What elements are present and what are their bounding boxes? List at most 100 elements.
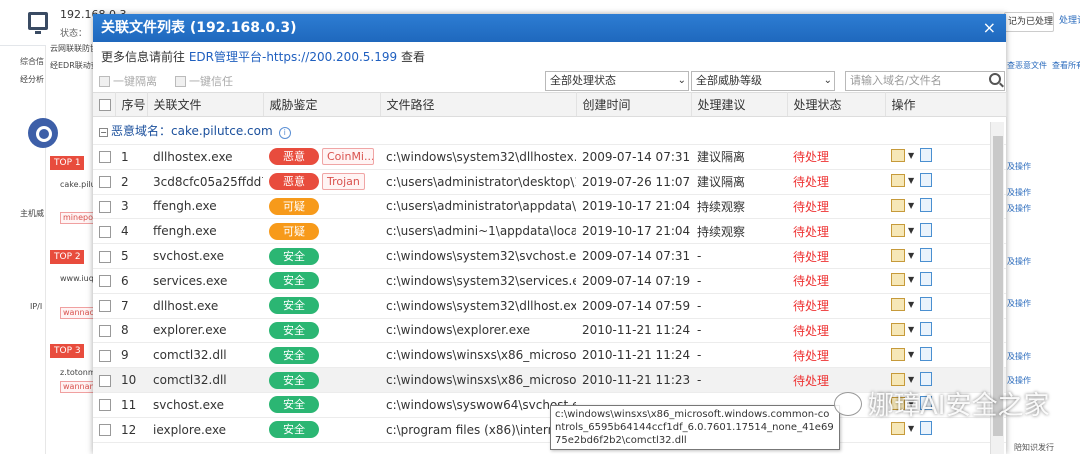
close-icon[interactable]: × bbox=[983, 14, 996, 42]
row-checkbox[interactable] bbox=[99, 374, 111, 387]
document-icon[interactable] bbox=[920, 272, 933, 287]
document-icon[interactable] bbox=[920, 321, 933, 336]
col-header[interactable]: 序号 bbox=[115, 92, 148, 117]
bg-link[interactable]: 及操作 bbox=[1007, 187, 1031, 198]
isolate-button[interactable]: 一键隔离 bbox=[99, 73, 157, 89]
row-checkbox[interactable] bbox=[99, 250, 111, 263]
row-checkbox-cell[interactable] bbox=[93, 218, 115, 245]
trust-button[interactable]: 一键信任 bbox=[175, 73, 233, 89]
edit-icon[interactable] bbox=[891, 149, 905, 163]
row-checkbox-cell[interactable] bbox=[93, 342, 115, 369]
edit-icon[interactable] bbox=[891, 372, 905, 386]
action-menu[interactable]: ▼ bbox=[891, 322, 914, 336]
row-checkbox[interactable] bbox=[99, 275, 111, 288]
caret-down-icon[interactable]: ▼ bbox=[908, 325, 914, 334]
table-row[interactable]: 6 services.exe 安全 c:\windows\system32\servi… bbox=[93, 268, 1006, 294]
bg-link[interactable]: 及操作 bbox=[1007, 351, 1031, 362]
row-checkbox[interactable] bbox=[99, 349, 111, 362]
action-menu[interactable]: ▼ bbox=[891, 223, 914, 237]
row-checkbox-cell[interactable] bbox=[93, 169, 115, 195]
caret-down-icon[interactable]: ▼ bbox=[908, 275, 914, 284]
action-menu[interactable]: ▼ bbox=[891, 174, 914, 188]
group-row[interactable]: − 恶意域名：cake.pilutce.com i bbox=[93, 116, 1006, 145]
caret-down-icon[interactable]: ▼ bbox=[908, 251, 914, 260]
edit-icon[interactable] bbox=[891, 347, 905, 361]
caret-down-icon[interactable]: ▼ bbox=[908, 176, 914, 185]
edit-icon[interactable] bbox=[891, 322, 905, 336]
edit-icon[interactable] bbox=[891, 273, 905, 287]
caret-down-icon[interactable]: ▼ bbox=[908, 424, 914, 433]
status-filter-select[interactable]: 全部处理状态 ⌄ bbox=[545, 71, 689, 91]
action-menu[interactable]: ▼ bbox=[891, 273, 914, 287]
table-row[interactable]: 7 dllhost.exe 安全 c:\windows\system32\dllhos… bbox=[93, 293, 1006, 319]
document-icon[interactable] bbox=[920, 173, 933, 188]
document-icon[interactable] bbox=[920, 222, 933, 237]
search-icon[interactable] bbox=[989, 73, 1001, 85]
row-checkbox[interactable] bbox=[99, 300, 111, 313]
action-menu[interactable]: ▼ bbox=[891, 198, 914, 212]
action-menu[interactable]: ▼ bbox=[891, 422, 914, 436]
edit-icon[interactable] bbox=[891, 298, 905, 312]
document-icon[interactable] bbox=[920, 247, 933, 262]
action-menu[interactable]: ▼ bbox=[891, 347, 914, 361]
row-checkbox-cell[interactable] bbox=[93, 293, 115, 319]
table-row[interactable]: 8 explorer.exe 安全 c:\windows\explorer.exe 20… bbox=[93, 318, 1006, 344]
row-checkbox[interactable] bbox=[99, 151, 111, 164]
col-header[interactable]: 文件路径 bbox=[380, 92, 577, 117]
bg-link[interactable]: 及操作 bbox=[1007, 161, 1031, 172]
row-checkbox-cell[interactable] bbox=[93, 318, 115, 344]
action-menu[interactable]: ▼ bbox=[891, 298, 914, 312]
bg-link[interactable]: 及操作 bbox=[1007, 203, 1031, 214]
edr-platform-link[interactable]: EDR管理平台-https://200.200.5.199 bbox=[189, 50, 397, 64]
table-row[interactable]: 1 dllhostex.exe 恶意 CoinMi... c:\windows\syst… bbox=[93, 144, 1006, 170]
row-checkbox[interactable] bbox=[99, 399, 111, 412]
row-checkbox[interactable] bbox=[99, 176, 111, 189]
col-header[interactable]: 关联文件 bbox=[147, 92, 264, 117]
caret-down-icon[interactable]: ▼ bbox=[908, 300, 914, 309]
row-checkbox[interactable] bbox=[99, 225, 111, 238]
row-checkbox-cell[interactable] bbox=[93, 268, 115, 294]
row-checkbox-cell[interactable] bbox=[93, 367, 115, 393]
document-icon[interactable] bbox=[920, 148, 933, 163]
table-row[interactable]: 5 svchost.exe 安全 c:\windows\system32\svchos… bbox=[93, 243, 1006, 269]
edit-icon[interactable] bbox=[891, 174, 905, 188]
col-header[interactable]: 处理状态 bbox=[787, 92, 886, 117]
process-record-link[interactable]: 处理记 bbox=[1056, 12, 1080, 32]
edit-icon[interactable] bbox=[891, 198, 905, 212]
caret-down-icon[interactable]: ▼ bbox=[908, 226, 914, 235]
document-icon[interactable] bbox=[920, 197, 933, 212]
action-menu[interactable]: ▼ bbox=[891, 372, 914, 386]
col-header[interactable]: 威胁鉴定 bbox=[263, 92, 381, 117]
document-icon[interactable] bbox=[920, 346, 933, 361]
select-all-checkbox[interactable] bbox=[99, 99, 111, 111]
caret-down-icon[interactable]: ▼ bbox=[908, 375, 914, 384]
document-icon[interactable] bbox=[920, 421, 933, 436]
edit-icon[interactable] bbox=[891, 422, 905, 436]
row-checkbox-cell[interactable] bbox=[93, 194, 115, 220]
edit-icon[interactable] bbox=[891, 248, 905, 262]
row-checkbox-cell[interactable] bbox=[93, 392, 115, 418]
bg-link[interactable]: 查恶意文件 bbox=[1007, 60, 1047, 71]
row-checkbox-cell[interactable] bbox=[93, 417, 115, 443]
info-icon[interactable]: i bbox=[278, 127, 291, 139]
caret-down-icon[interactable]: ▼ bbox=[908, 201, 914, 210]
row-checkbox[interactable] bbox=[99, 424, 111, 437]
bg-domain[interactable]: z.totonm bbox=[60, 368, 96, 377]
row-checkbox[interactable] bbox=[99, 324, 111, 337]
threat-filter-select[interactable]: 全部威胁等级 ⌄ bbox=[691, 71, 835, 91]
bg-link[interactable]: 及操作 bbox=[1007, 256, 1031, 267]
col-header[interactable]: 处理建议 bbox=[691, 92, 788, 117]
row-checkbox-cell[interactable] bbox=[93, 243, 115, 269]
caret-down-icon[interactable]: ▼ bbox=[908, 350, 914, 359]
select-all-cell[interactable] bbox=[93, 92, 116, 117]
collapse-icon[interactable]: − bbox=[99, 128, 108, 137]
table-row[interactable]: 4 ffengh.exe 可疑 c:\users\admini~1\appdata\l… bbox=[93, 218, 1006, 245]
search-input[interactable]: 请输入域名/文件名 bbox=[845, 71, 1005, 91]
bg-link[interactable]: 及操作 bbox=[1007, 298, 1031, 309]
row-checkbox-cell[interactable] bbox=[93, 144, 115, 170]
action-menu[interactable]: ▼ bbox=[891, 248, 914, 262]
row-checkbox[interactable] bbox=[99, 200, 111, 213]
col-header[interactable]: 创建时间 bbox=[576, 92, 692, 117]
table-row[interactable]: 9 comctl32.dll 安全 c:\windows\winsxs\x86_mic… bbox=[93, 342, 1006, 369]
edit-icon[interactable] bbox=[891, 223, 905, 237]
